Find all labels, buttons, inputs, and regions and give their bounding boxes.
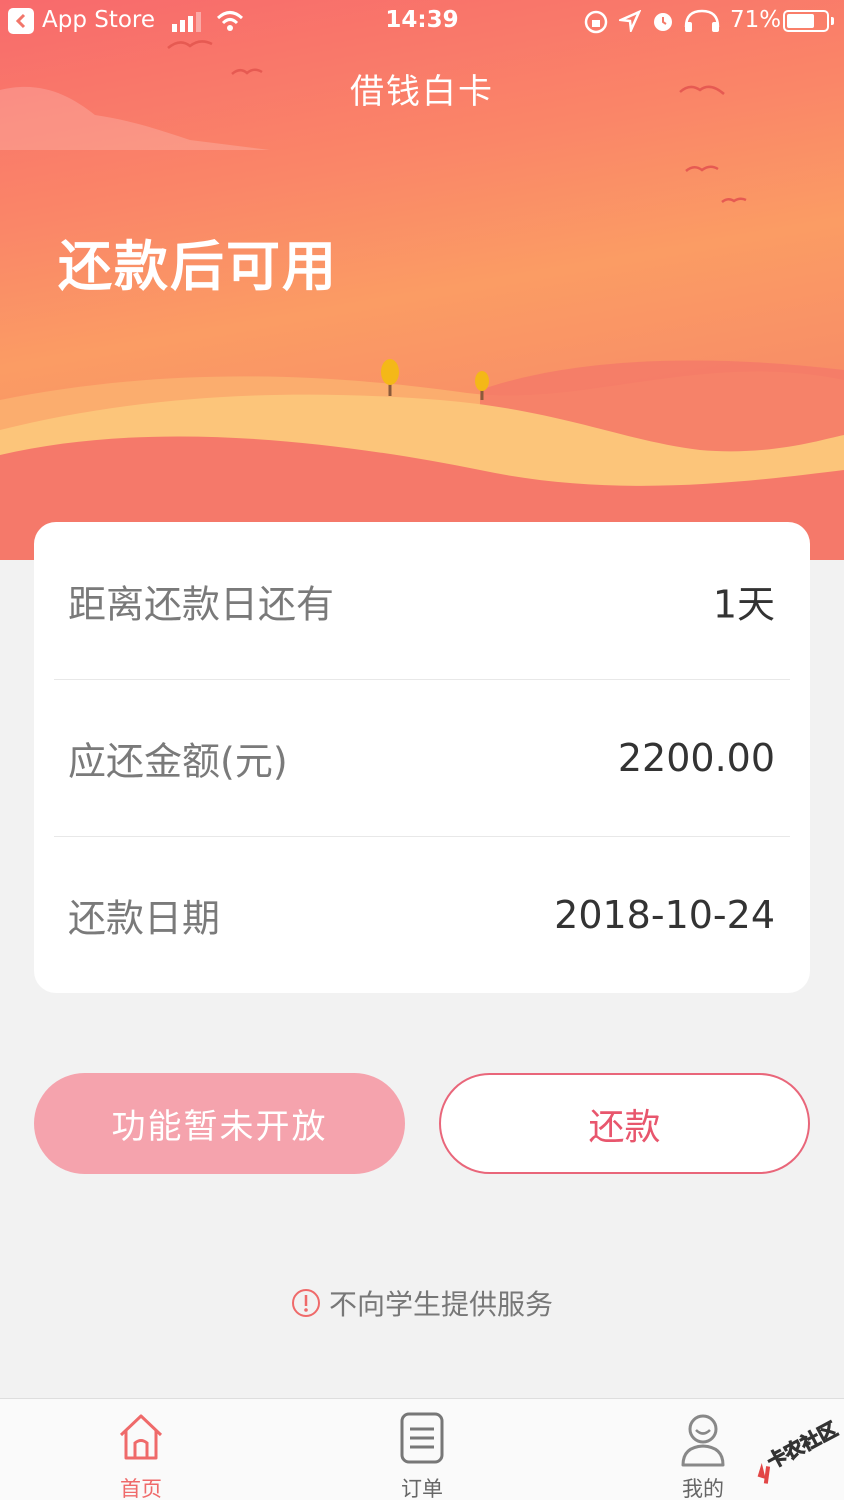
amount-due-row: 应还金额(元) 2200.00: [34, 679, 810, 836]
tab-home-label: 首页: [120, 1477, 162, 1500]
profile-icon: [681, 1414, 725, 1467]
battery-tip: [831, 17, 834, 25]
amount-due-label: 应还金额(元): [68, 739, 288, 783]
repayment-card: 距离还款日还有 1天 应还金额(元) 2200.00 还款日期 2018-10-…: [34, 522, 810, 993]
order-icon: [400, 1412, 444, 1464]
tab-orders-label: 订单: [401, 1477, 443, 1500]
amount-due-value: 2200.00: [617, 735, 775, 780]
alarm-icon: [654, 13, 672, 31]
credit-status: 还款后可用: [58, 235, 338, 298]
page-title: 借钱白卡: [350, 72, 494, 112]
repay-button[interactable]: 还款: [439, 1073, 810, 1174]
tab-orders[interactable]: 订单: [352, 1399, 492, 1500]
feature-unavailable-button[interactable]: 功能暂未开放: [34, 1073, 405, 1174]
warning-icon: [291, 1289, 320, 1317]
svg-text:卡农社区: 卡农社区: [763, 1417, 840, 1473]
battery-level: [787, 14, 814, 28]
battery-icon: [783, 10, 829, 32]
status-bar: App Store 14:39 71%: [0, 0, 844, 42]
due-date-row: 还款日期 2018-10-24: [34, 836, 810, 993]
student-notice: 不向学生提供服务: [0, 1283, 844, 1323]
location-icon: [619, 10, 641, 32]
student-notice-text: 不向学生提供服务: [328, 1288, 553, 1321]
days-until-due-label: 距离还款日还有: [68, 582, 335, 626]
rotation-lock-icon: [584, 10, 608, 34]
battery-percent: 71%: [730, 7, 782, 33]
due-date-value: 2018-10-24: [554, 892, 775, 937]
home-icon: [119, 1414, 163, 1460]
headphones-icon: [684, 9, 720, 32]
watermark-logo: 卡农社区: [757, 1417, 840, 1484]
days-until-due-row: 距离还款日还有 1天: [34, 522, 810, 679]
days-until-due-value: 1天: [712, 582, 775, 626]
due-date-label: 还款日期: [68, 896, 221, 940]
hero-banner: App Store 14:39 71% 借钱白卡 还款后可用: [0, 0, 844, 560]
tab-bar: 首页 订单 我的: [0, 1398, 844, 1500]
tab-home[interactable]: 首页: [71, 1399, 211, 1500]
